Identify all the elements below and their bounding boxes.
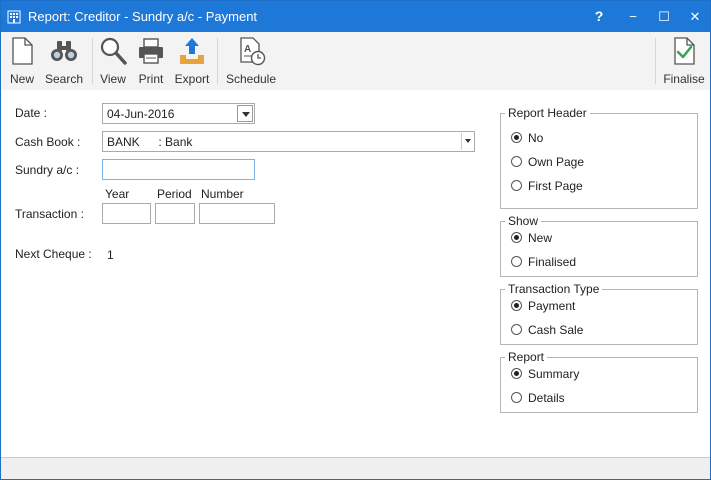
binoculars-icon (51, 41, 77, 61)
printer-icon (139, 38, 163, 64)
cashbook-name: : Bank (158, 135, 193, 149)
radio-unselected-icon (511, 392, 522, 403)
radio-label: Finalised (528, 255, 577, 269)
help-button[interactable]: ? (584, 1, 614, 32)
new-label: New (9, 72, 34, 86)
transaction-year-input[interactable] (102, 203, 151, 224)
view-label: View (100, 72, 126, 86)
sundry-account-input[interactable] (102, 159, 255, 180)
radio-selected-icon (511, 300, 522, 311)
finalise-button[interactable]: Finalise (662, 35, 706, 89)
radio-unselected-icon (511, 156, 522, 167)
radio-label: Details (528, 391, 565, 405)
title-bar: Report: Creditor - Sundry a/c - Payment … (1, 1, 710, 32)
print-button[interactable]: Print (135, 35, 167, 89)
radio-label: Own Page (528, 155, 585, 169)
cashbook-code: BANK (107, 135, 140, 149)
minimize-button[interactable]: − (618, 1, 648, 32)
toolbar-separator (655, 38, 656, 84)
radio-label: First Page (528, 179, 583, 193)
schedule-button[interactable]: A Schedule (225, 35, 277, 89)
window-title: Report: Creditor - Sundry a/c - Payment (28, 9, 258, 24)
next-cheque-label: Next Cheque : (15, 247, 92, 261)
building-icon (7, 10, 21, 24)
status-bar (1, 457, 710, 479)
radio-label: New (528, 231, 553, 245)
export-label: Export (174, 72, 210, 86)
date-picker[interactable]: 04-Jun-2016 (102, 103, 255, 124)
number-label: Number (201, 187, 244, 201)
radio-label: No (528, 131, 544, 145)
radio-selected-icon (511, 368, 522, 379)
date-value: 04-Jun-2016 (107, 107, 175, 121)
blank-document-icon (12, 37, 33, 65)
new-button[interactable]: New (6, 35, 38, 89)
view-button[interactable]: View (97, 35, 129, 89)
cashbook-select[interactable]: BANK : Bank (102, 131, 475, 152)
maximize-button[interactable]: ☐ (649, 1, 679, 32)
magnifier-icon (100, 37, 127, 65)
radio-unselected-icon (511, 324, 522, 335)
report-window: Report: Creditor - Sundry a/c - Payment … (0, 0, 711, 480)
export-button[interactable]: Export (173, 35, 211, 89)
report-group: Report Summary Details (500, 350, 698, 413)
next-cheque-value: 1 (107, 248, 114, 262)
radio-selected-icon (511, 232, 522, 243)
transaction-label: Transaction : (15, 207, 84, 221)
transaction-type-title: Transaction Type (505, 282, 603, 296)
year-label: Year (105, 187, 130, 201)
date-label: Date : (15, 106, 48, 120)
toolbar-separator (217, 38, 218, 84)
toolbar-separator (92, 38, 93, 84)
export-tray-icon (180, 38, 204, 64)
schedule-document-clock-icon: A (240, 37, 266, 66)
print-label: Print (138, 72, 164, 86)
report-header-group: Report Header No Own Page First Page (500, 106, 698, 209)
date-dropdown-icon[interactable] (237, 105, 253, 122)
radio-selected-icon (511, 132, 522, 143)
radio-label: Payment (528, 299, 576, 313)
finalise-label: Finalise (663, 72, 705, 86)
radio-unselected-icon (511, 256, 522, 267)
radio-unselected-icon (511, 180, 522, 191)
report-title: Report (505, 350, 548, 364)
cashbook-dropdown-icon[interactable] (461, 133, 473, 150)
show-group: Show New Finalised (500, 214, 698, 277)
period-label: Period (157, 187, 192, 201)
sundry-label: Sundry a/c : (15, 163, 80, 177)
transaction-number-input[interactable] (199, 203, 275, 224)
report-header-title: Report Header (505, 106, 590, 120)
search-button[interactable]: Search (45, 35, 83, 89)
cashbook-label: Cash Book : (15, 135, 81, 149)
radio-label: Cash Sale (528, 323, 584, 337)
radio-label: Summary (528, 367, 580, 381)
search-label: Search (45, 72, 84, 86)
document-check-icon (674, 37, 695, 65)
transaction-period-input[interactable] (155, 203, 195, 224)
transaction-type-group: Transaction Type Payment Cash Sale (500, 282, 698, 345)
toolbar: New Search View Print Export A Schedule … (1, 32, 710, 90)
svg-text:A: A (244, 44, 251, 55)
show-title: Show (505, 214, 542, 228)
schedule-label: Schedule (225, 72, 277, 86)
close-button[interactable]: ✕ (680, 1, 710, 32)
